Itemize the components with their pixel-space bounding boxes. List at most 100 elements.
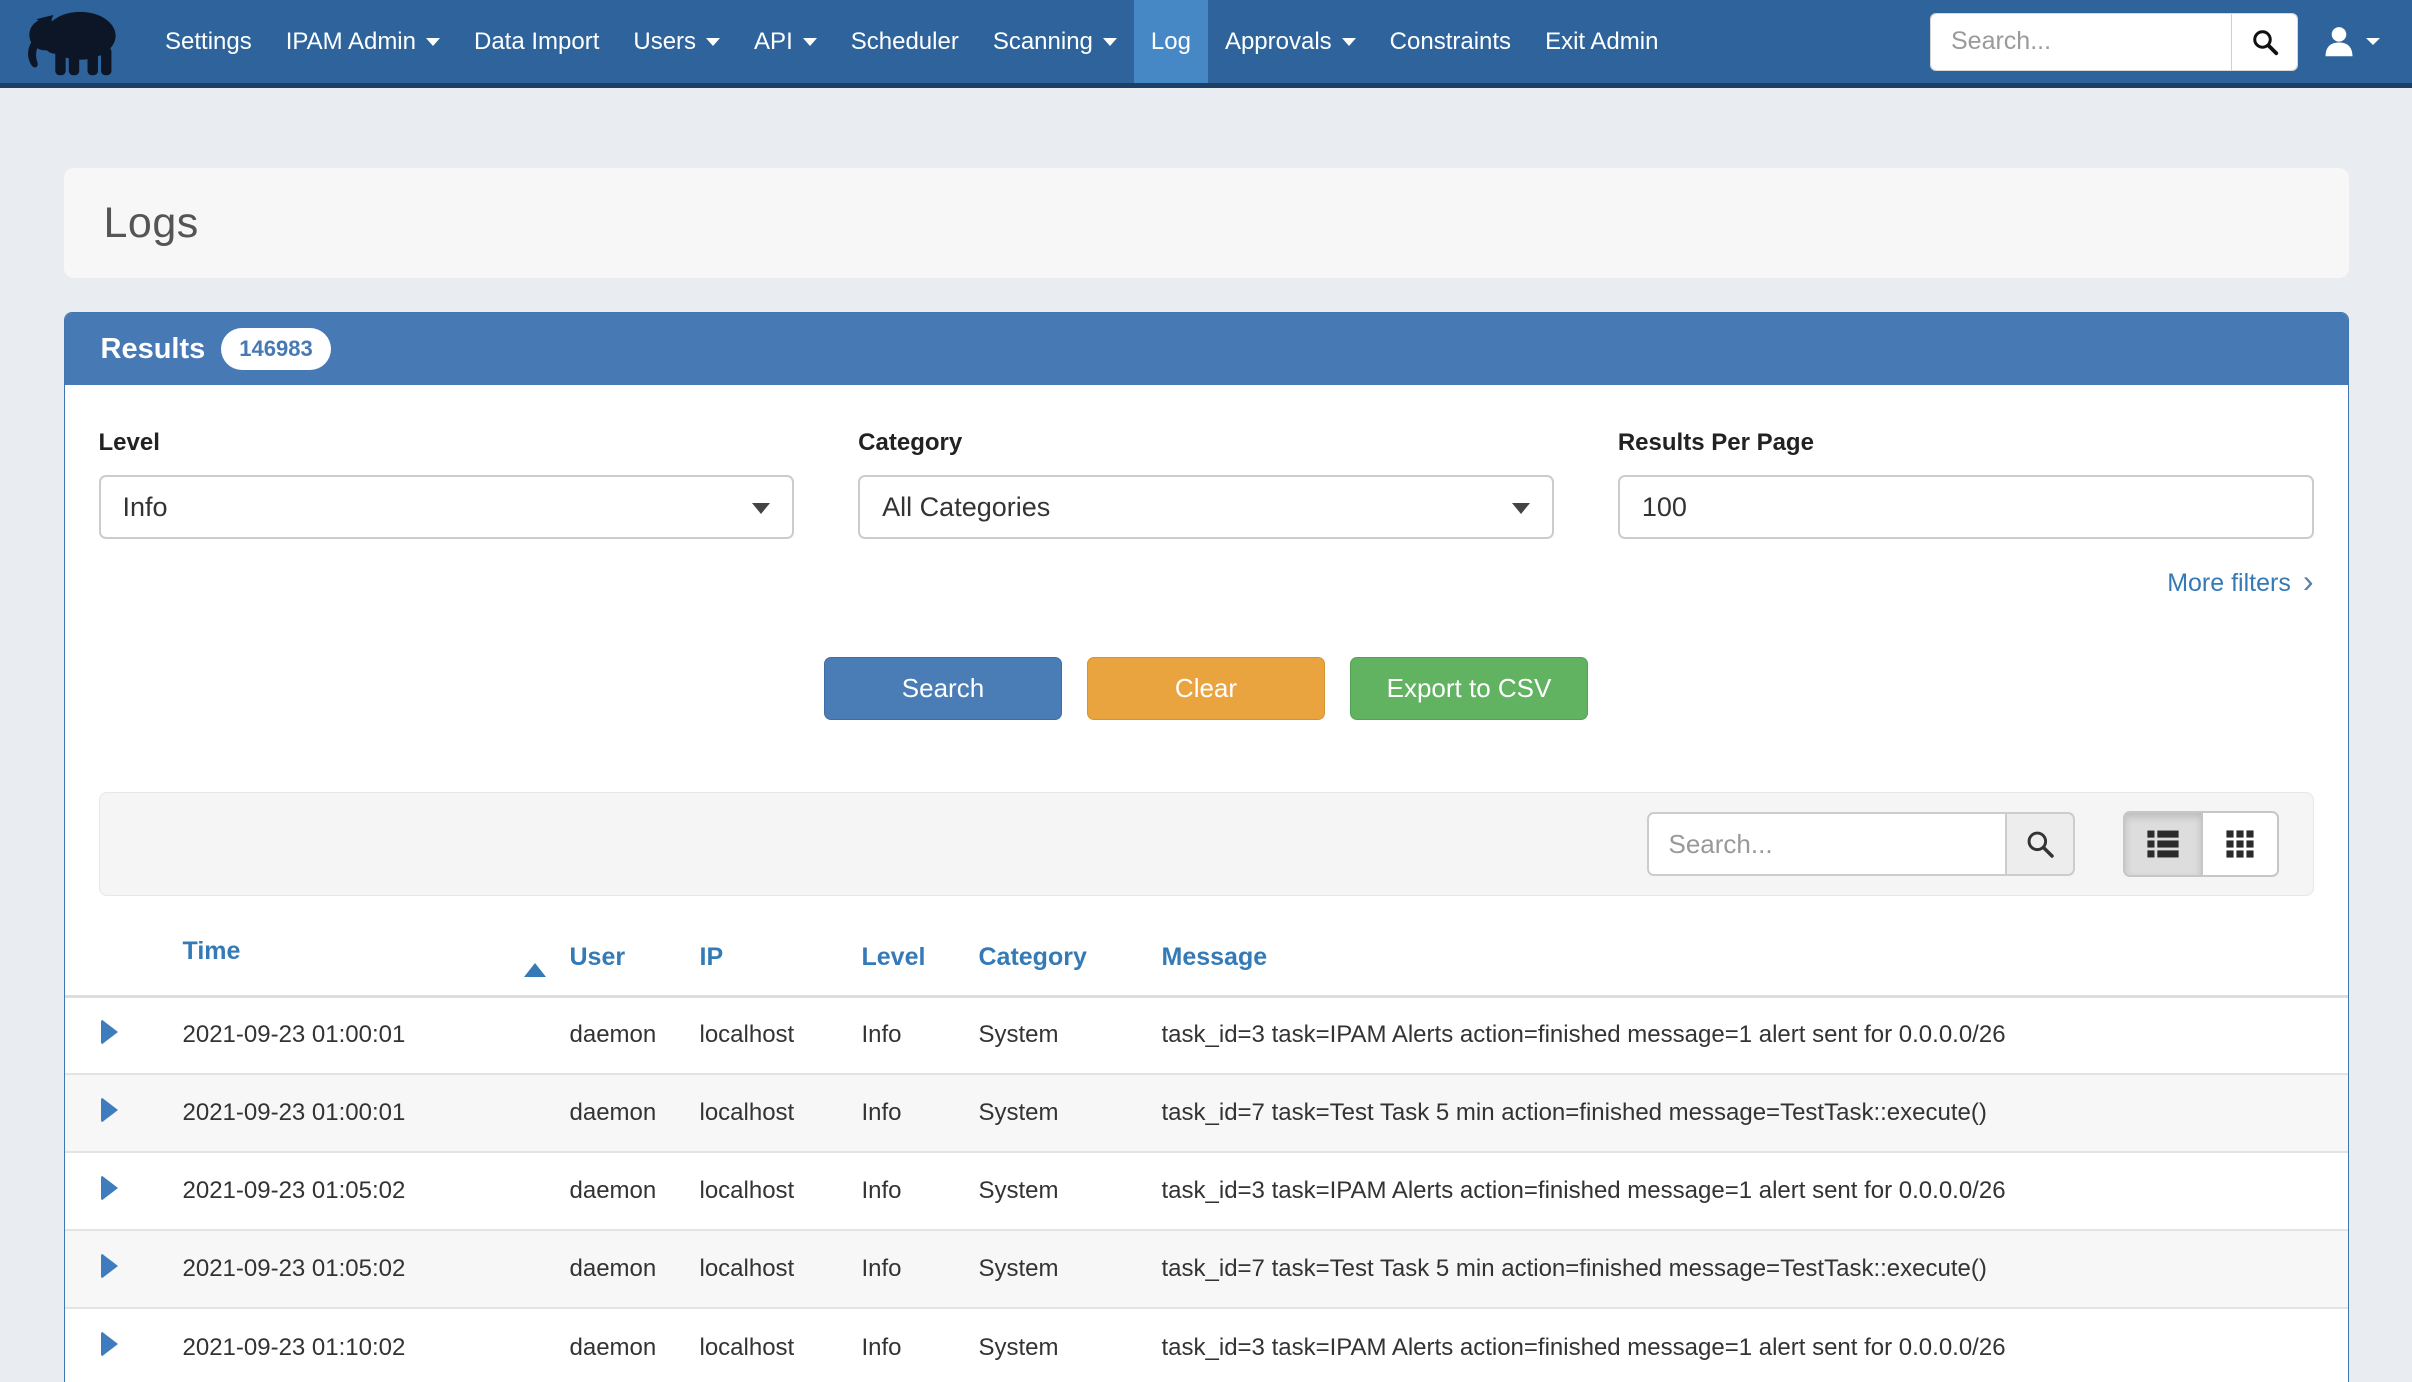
navbar-item-label: Log: [1151, 28, 1191, 56]
results-panel-heading: Results 146983: [65, 313, 2348, 385]
cell-ip: localhost: [700, 1074, 862, 1152]
brand-logo[interactable]: [22, 4, 126, 80]
row-expander-cell[interactable]: [65, 1230, 183, 1308]
cell-category: System: [979, 1152, 1162, 1230]
search-icon: [2250, 27, 2280, 57]
navbar-item[interactable]: Settings: [148, 0, 269, 83]
cell-user: daemon: [570, 1152, 700, 1230]
chevron-down-icon: [1512, 503, 1530, 514]
navbar-item[interactable]: Scheduler: [834, 0, 976, 83]
cell-category: System: [979, 996, 1162, 1074]
navbar-item[interactable]: Scanning: [976, 0, 1134, 83]
column-header-level[interactable]: Level: [862, 920, 979, 996]
filters-row: Level Info Category All Categories: [99, 427, 2314, 539]
log-row: 2021-09-23 01:00:01 daemon localhost Inf…: [65, 1074, 2348, 1152]
navbar-menu: Settings IPAM Admin Data Import Users AP…: [148, 0, 1675, 83]
row-expander-cell[interactable]: [65, 996, 183, 1074]
table-search-input[interactable]: [1647, 812, 2005, 876]
navbar-search-button[interactable]: [2231, 14, 2297, 70]
expand-triangle-icon: [101, 1175, 118, 1201]
filter-category: Category All Categories: [858, 427, 1554, 539]
table-search-group: [1647, 812, 2075, 876]
navbar-search-input[interactable]: [1931, 14, 2231, 70]
chevron-down-icon: [2366, 38, 2380, 45]
expander-column-header: [65, 920, 183, 996]
log-row: 2021-09-23 01:05:02 daemon localhost Inf…: [65, 1152, 2348, 1230]
navbar-item[interactable]: API: [737, 0, 834, 83]
category-select[interactable]: All Categories: [858, 475, 1554, 539]
table-search-button[interactable]: [2005, 812, 2075, 876]
cell-level: Info: [862, 1230, 979, 1308]
cell-message: task_id=7 task=Test Task 5 min action=fi…: [1162, 1074, 2348, 1152]
level-select[interactable]: Info: [99, 475, 795, 539]
chevron-down-icon: [1342, 38, 1356, 46]
filter-level: Level Info: [99, 427, 795, 539]
column-header-ip[interactable]: IP: [700, 920, 862, 996]
log-table-header-row: Time User IP Level Category Message: [65, 920, 2348, 996]
cell-message: task_id=3 task=IPAM Alerts action=finish…: [1162, 996, 2348, 1074]
chevron-down-icon: [706, 38, 720, 46]
navbar-item-label: Scanning: [993, 28, 1093, 56]
search-icon: [2024, 828, 2056, 860]
per-page-field: [1618, 475, 2314, 539]
view-toggle-group: [2123, 811, 2279, 877]
per-page-input[interactable]: [1642, 492, 2290, 523]
cell-ip: localhost: [700, 1230, 862, 1308]
cell-level: Info: [862, 1074, 979, 1152]
export-csv-button[interactable]: Export to CSV: [1350, 657, 1588, 720]
navbar-item[interactable]: Exit Admin: [1528, 0, 1675, 83]
navbar-item-label: Scheduler: [851, 28, 959, 56]
navbar-right: [1930, 13, 2390, 71]
row-expander-cell[interactable]: [65, 1152, 183, 1230]
category-label: Category: [858, 427, 1554, 459]
cell-user: daemon: [570, 1074, 700, 1152]
chevron-down-icon: [803, 38, 817, 46]
list-view-icon: [2146, 829, 2180, 859]
column-header-category[interactable]: Category: [979, 920, 1162, 996]
navbar-item-label: Users: [633, 28, 696, 56]
navbar-item[interactable]: Log: [1134, 0, 1208, 83]
column-header-time[interactable]: Time: [183, 920, 570, 996]
user-menu[interactable]: [2320, 23, 2380, 61]
cell-time: 2021-09-23 01:05:02: [183, 1152, 570, 1230]
more-filters-label: More filters: [2167, 569, 2291, 598]
navbar-item[interactable]: Users: [616, 0, 737, 83]
mammoth-logo-icon: [22, 4, 126, 80]
navbar-item-label: IPAM Admin: [286, 28, 416, 56]
chevron-down-icon: [752, 503, 770, 514]
navbar-item[interactable]: Constraints: [1373, 0, 1528, 83]
cell-category: System: [979, 1074, 1162, 1152]
row-expander-cell[interactable]: [65, 1074, 183, 1152]
page-header: Logs: [64, 168, 2349, 278]
category-select-value: All Categories: [882, 492, 1050, 523]
level-select-value: Info: [123, 492, 168, 523]
search-button[interactable]: Search: [824, 657, 1062, 720]
grid-view-button[interactable]: [2201, 813, 2277, 875]
log-row: 2021-09-23 01:05:02 daemon localhost Inf…: [65, 1230, 2348, 1308]
list-view-button[interactable]: [2125, 813, 2201, 875]
navbar-item[interactable]: Approvals: [1208, 0, 1373, 83]
navbar-item[interactable]: IPAM Admin: [269, 0, 457, 83]
navbar-item-label: Data Import: [474, 28, 599, 56]
filter-per-page: Results Per Page: [1618, 427, 2314, 539]
results-count-badge: 146983: [221, 328, 330, 370]
more-filters-link[interactable]: More filters ›: [2167, 565, 2313, 601]
cell-time: 2021-09-23 01:00:01: [183, 1074, 570, 1152]
results-panel: Results 146983 Level Info Category: [64, 312, 2349, 1382]
cell-level: Info: [862, 1152, 979, 1230]
chevron-down-icon: [426, 38, 440, 46]
clear-button[interactable]: Clear: [1087, 657, 1325, 720]
results-title: Results: [101, 333, 206, 366]
sort-ascending-icon: [524, 963, 546, 977]
column-header-user[interactable]: User: [570, 920, 700, 996]
cell-time: 2021-09-23 01:00:01: [183, 996, 570, 1074]
navbar-item[interactable]: Data Import: [457, 0, 616, 83]
log-row: 2021-09-23 01:10:02 daemon localhost Inf…: [65, 1308, 2348, 1382]
chevron-right-icon: ›: [2303, 565, 2314, 597]
cell-message: task_id=3 task=IPAM Alerts action=finish…: [1162, 1308, 2348, 1382]
per-page-label: Results Per Page: [1618, 427, 2314, 459]
column-header-message[interactable]: Message: [1162, 920, 2348, 996]
table-toolbar: [99, 792, 2314, 896]
row-expander-cell[interactable]: [65, 1308, 183, 1382]
cell-category: System: [979, 1308, 1162, 1382]
